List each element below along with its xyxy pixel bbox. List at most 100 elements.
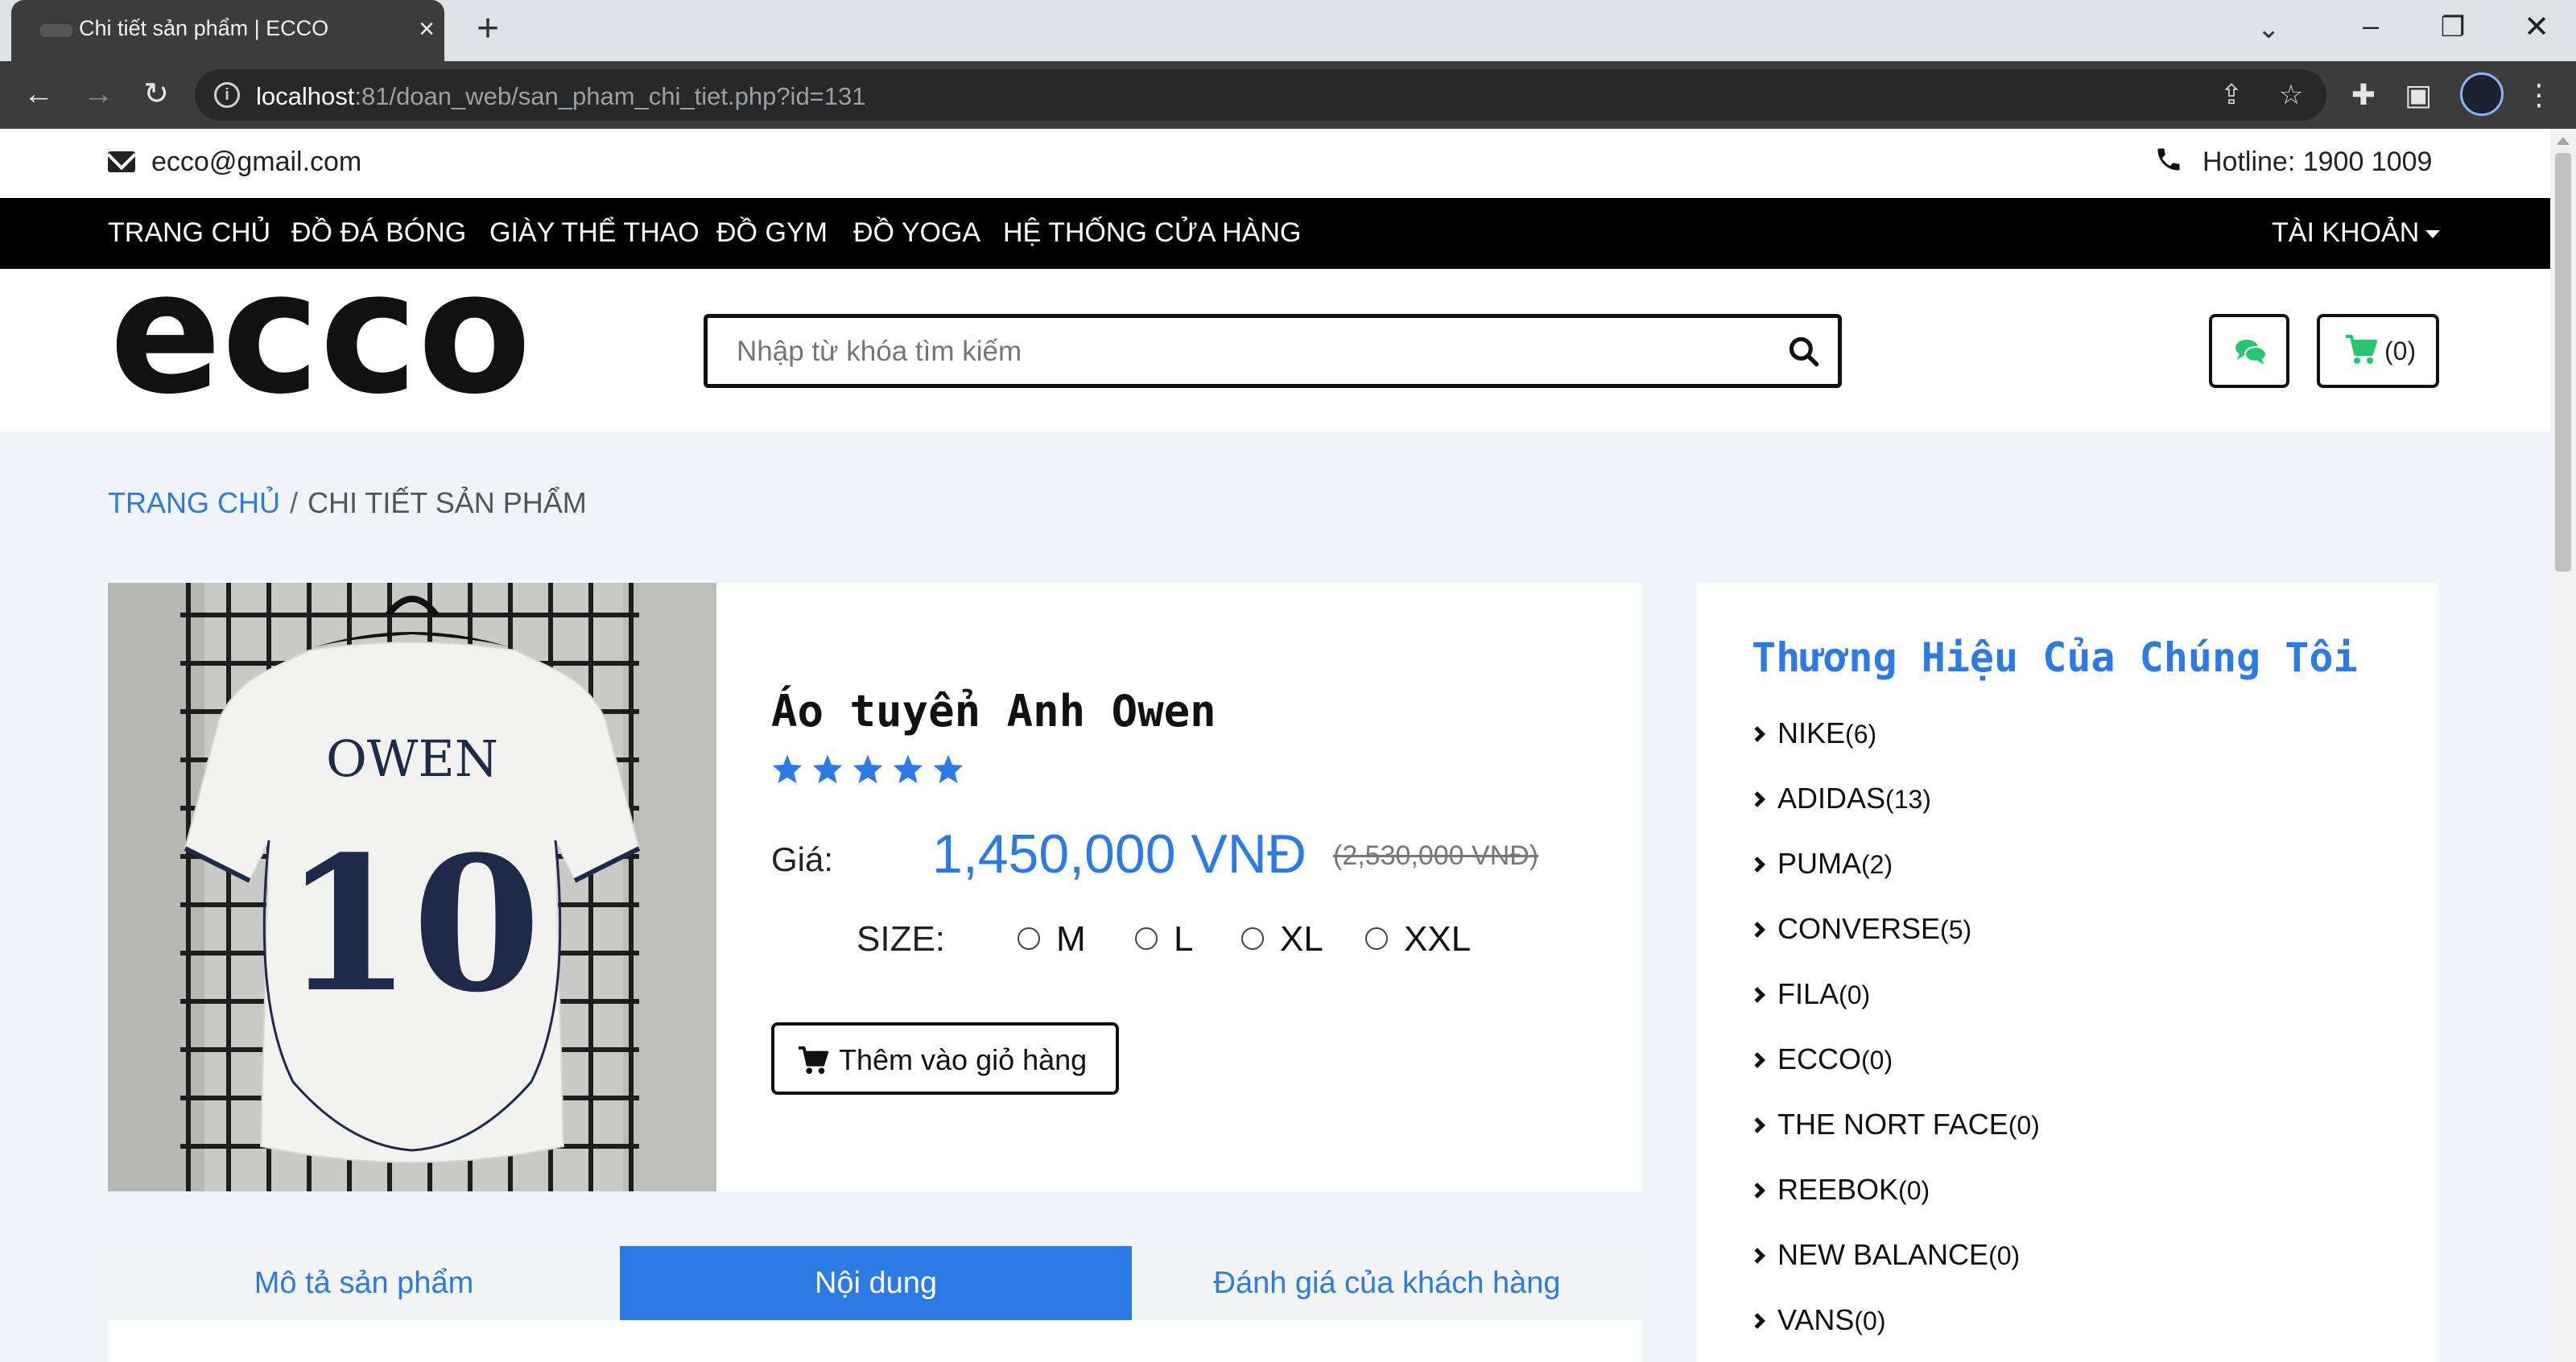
breadcrumb-home[interactable]: TRANG CHỦ [108, 486, 280, 519]
cart-icon [798, 1046, 828, 1075]
chevron-right-icon [1749, 1117, 1765, 1133]
contact-email[interactable]: ecco@gmail.com [151, 147, 361, 178]
add-to-cart-button[interactable]: Thêm vào giỏ hàng [771, 1022, 1119, 1095]
tab-content-panel [108, 1320, 1642, 1362]
search-icon[interactable] [1786, 334, 1822, 369]
rating-stars [771, 753, 972, 788]
scroll-up-arrow-icon[interactable] [2557, 137, 2570, 145]
brand-item-the-nort-face[interactable]: THE NORT FACE(0) [1749, 1108, 2040, 1141]
scroll-thumb[interactable] [2555, 153, 2571, 572]
size-radio[interactable] [1365, 927, 1388, 950]
chat-button[interactable] [2209, 314, 2289, 388]
brand-item-converse[interactable]: CONVERSE(5) [1749, 912, 1971, 946]
nav-item-sneakers[interactable]: GIÀY THỂ THAO [489, 217, 700, 249]
chevron-right-icon [1749, 987, 1765, 1003]
bookmark-star-icon[interactable]: ☆ [2275, 79, 2307, 111]
size-option-label: XXL [1404, 919, 1472, 959]
svg-text:ecco: ecco [109, 269, 531, 431]
breadcrumb-current: CHI TIẾT SẢN PHẨM [308, 486, 587, 519]
brand-item-fila[interactable]: FILA(0) [1749, 977, 1870, 1011]
nav-item-stores[interactable]: HỆ THỐNG CỬA HÀNG [1003, 217, 1301, 249]
product-name: Áo tuyển Anh Owen [771, 686, 1216, 737]
svg-text:10: 10 [283, 816, 541, 1034]
phone-icon [2154, 145, 2183, 182]
side-panel-icon[interactable]: ▣ [2399, 76, 2438, 114]
chevron-right-icon [1749, 791, 1765, 807]
menu-kebab-icon[interactable]: ⋮ [2520, 76, 2558, 114]
search-box[interactable] [704, 314, 1842, 388]
brand-item-nike[interactable]: NIKE(6) [1749, 716, 1876, 750]
size-label: SIZE: [857, 919, 946, 959]
breadcrumb-separator: / [290, 486, 299, 519]
chevron-right-icon [1749, 1182, 1765, 1199]
forward-button[interactable]: → [76, 72, 121, 118]
share-icon[interactable]: ⇪ [2215, 79, 2248, 111]
window-close-button[interactable]: ✕ [2516, 8, 2557, 48]
close-tab-icon[interactable]: × [411, 11, 443, 47]
site-header: ecco (0) [0, 269, 2550, 431]
chevron-right-icon [1749, 726, 1765, 742]
star-icon [933, 754, 964, 784]
favicon-icon [40, 24, 72, 37]
star-icon [812, 754, 843, 784]
back-button[interactable]: ← [16, 72, 61, 118]
browser-tabstrip: Chi tiết sản phẩm | ECCO × + ⌄ – ❐ ✕ [0, 0, 2576, 61]
restore-button[interactable]: ❐ [2433, 8, 2473, 48]
browser-toolbar: ← → ↻ i localhost:81/doan_web/san_pham_c… [0, 61, 2576, 129]
product-tabs: Mô tả sản phẩm Nội dung Đánh giá của khá… [108, 1246, 1642, 1320]
search-input[interactable] [737, 334, 1751, 369]
minimize-button[interactable]: – [2351, 8, 2391, 48]
size-radio[interactable] [1018, 927, 1040, 950]
cart-icon [2346, 335, 2377, 364]
ecco-logo[interactable]: ecco [109, 269, 536, 431]
add-to-cart-label: Thêm vào giỏ hàng [839, 1043, 1088, 1076]
cart-count: (0) [2384, 336, 2417, 365]
profile-avatar[interactable] [2460, 72, 2504, 116]
nav-item-home[interactable]: TRANG CHỦ [108, 217, 270, 249]
product-card: OWEN 10 Áo tuyển Anh Owen Giá: 1,450,000… [108, 583, 1642, 1191]
account-dropdown[interactable]: TÀI KHOẢN [2272, 217, 2441, 249]
brand-item-puma[interactable]: PUMA(2) [1749, 847, 1893, 881]
tab-search-chevron-icon[interactable]: ⌄ [2257, 13, 2281, 45]
nav-item-yoga[interactable]: ĐỒ YOGA [853, 217, 980, 249]
extensions-icon[interactable]: ✚ [2344, 76, 2383, 114]
cart-button[interactable]: (0) [2317, 314, 2439, 388]
site-info-icon[interactable]: i [214, 82, 240, 108]
brand-item-adidas[interactable]: ADIDAS(13) [1749, 782, 1931, 815]
star-icon [852, 754, 883, 784]
size-option-label: M [1056, 919, 1086, 959]
url-text[interactable]: localhost:81/doan_web/san_pham_chi_tiet.… [256, 82, 866, 111]
product-photo[interactable]: OWEN 10 [108, 583, 716, 1191]
current-price: 1,450,000 VNĐ [932, 823, 1307, 885]
nav-item-football[interactable]: ĐỒ ĐÁ BÓNG [291, 217, 466, 249]
star-icon [893, 754, 923, 784]
price-label: Giá: [771, 840, 834, 878]
tab-description[interactable]: Mô tả sản phẩm [108, 1246, 620, 1320]
caret-down-icon [2425, 230, 2441, 239]
size-radio[interactable] [1241, 927, 1264, 950]
brands-title: Thương Hiệu Của Chúng Tôi [1752, 634, 2358, 681]
brands-sidebar: Thương Hiệu Của Chúng Tôi NIKE(6) ADIDAS… [1697, 583, 2438, 1362]
main-nav: TRANG CHỦ ĐỒ ĐÁ BÓNG GIÀY THỂ THAO ĐỒ GY… [0, 198, 2550, 269]
reload-button[interactable]: ↻ [134, 72, 179, 118]
size-radio[interactable] [1135, 927, 1158, 950]
new-tab-button[interactable]: + [465, 8, 510, 53]
address-bar[interactable]: i localhost:81/doan_web/san_pham_chi_tie… [195, 69, 2326, 121]
tab-title: Chi tiết sản phẩm | ECCO [79, 16, 329, 40]
svg-text:OWEN: OWEN [326, 729, 498, 788]
nav-item-gym[interactable]: ĐỒ GYM [716, 217, 828, 249]
old-price: (2,530,000 VNĐ) [1333, 840, 1539, 871]
page-scrollbar[interactable] [2550, 129, 2576, 1362]
size-option-label: XL [1280, 919, 1323, 959]
chevron-right-icon [1749, 856, 1765, 873]
brand-item-ecco[interactable]: ECCO(0) [1749, 1042, 1893, 1076]
tab-content[interactable]: Nội dung [620, 1246, 1132, 1320]
brand-item-reebok[interactable]: REEBOK(0) [1749, 1173, 1930, 1207]
browser-tab[interactable]: Chi tiết sản phẩm | ECCO × [11, 0, 444, 61]
hotline-text: Hotline: 1900 1009 [2202, 147, 2433, 177]
brand-item-new-balance[interactable]: NEW BALANCE(0) [1749, 1238, 2020, 1272]
tab-reviews[interactable]: Đánh giá của khách hàng [1132, 1246, 1642, 1320]
chevron-right-icon [1749, 1052, 1765, 1068]
contact-topbar: ecco@gmail.com Hotline: 1900 1009 [0, 129, 2550, 198]
brand-item-vans[interactable]: VANS(0) [1749, 1303, 1885, 1337]
